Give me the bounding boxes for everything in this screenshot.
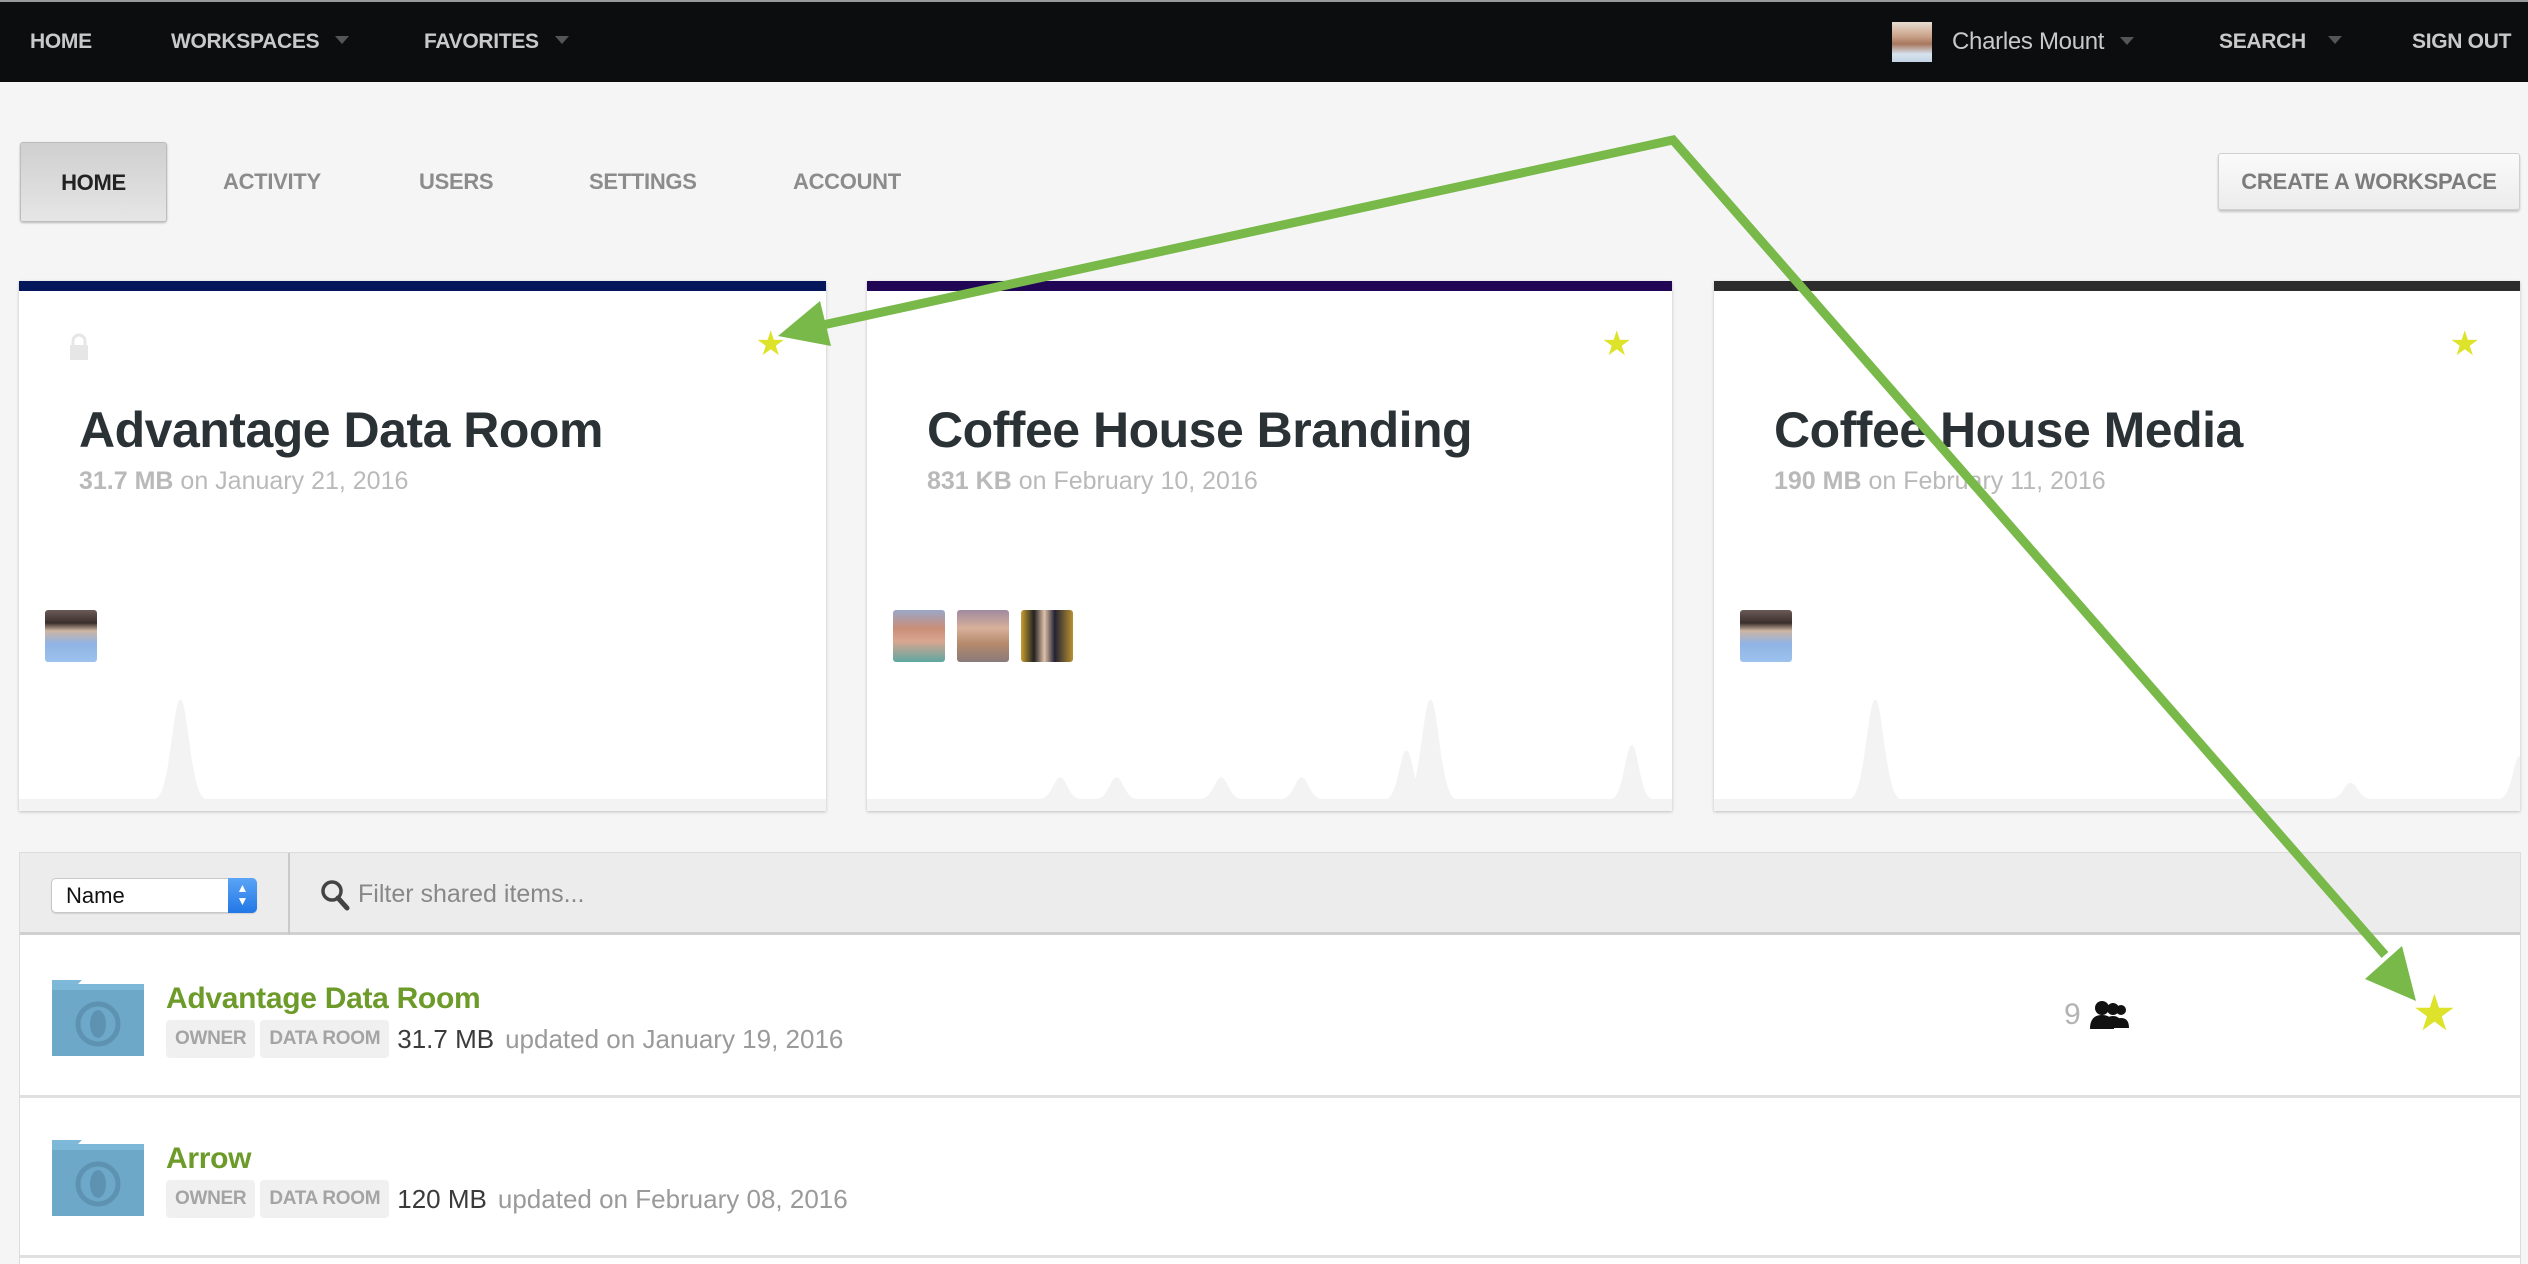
- sparkline-peak: [1610, 745, 1653, 799]
- activity-sparkline: [19, 699, 826, 811]
- caret-down-icon: [2120, 36, 2135, 45]
- card-size: 190 MB: [1774, 467, 1862, 495]
- sparkline-peak: [1039, 777, 1082, 799]
- item-size: 120 MB: [397, 1183, 487, 1214]
- tab-settings[interactable]: SETTINGS: [589, 142, 697, 222]
- item-updated: updated on January 19, 2016: [505, 1023, 844, 1054]
- nav-workspaces-label: WORKSPACES: [171, 30, 320, 53]
- type-badge: DATA ROOM: [260, 1180, 390, 1218]
- nav-sign-out[interactable]: SIGN OUT: [2412, 2, 2511, 82]
- item-meta: OWNER DATA ROOM 120 MB updated on Februa…: [166, 1180, 848, 1218]
- card-meta: 831 KB on February 10, 2016: [927, 467, 1258, 496]
- card-size: 31.7 MB: [79, 467, 174, 495]
- sparkline-peak: [1095, 777, 1138, 799]
- card-title: Coffee House Branding: [927, 402, 1473, 458]
- caret-down-icon: [554, 36, 569, 45]
- toolbar-divider: [288, 853, 290, 935]
- list-toolbar: Name ▲ ▼: [20, 853, 2520, 935]
- member-avatar[interactable]: [1740, 610, 1792, 662]
- sparkline-peak: [1280, 777, 1323, 799]
- folder-icon: [52, 980, 144, 1056]
- sparkline-baseline: [1714, 799, 2520, 811]
- member-count[interactable]: 9: [2064, 998, 2133, 1032]
- type-badge: DATA ROOM: [260, 1020, 390, 1058]
- tab-home[interactable]: HOME: [20, 142, 167, 222]
- create-workspace-button[interactable]: CREATE A WORKSPACE: [2218, 153, 2520, 210]
- item-size: 31.7 MB: [397, 1023, 495, 1054]
- workspace-card[interactable]: ★ Coffee House Branding 831 KB on Februa…: [867, 281, 1672, 811]
- sparkline-baseline: [19, 799, 826, 811]
- sparkline-peak: [1849, 699, 1901, 799]
- top-navbar: HOME WORKSPACES FAVORITES Charles Mount …: [0, 0, 2528, 82]
- sparkline-peak: [2499, 755, 2520, 799]
- favorite-star-icon[interactable]: ★: [2450, 327, 2480, 361]
- card-date: on February 10, 2016: [1011, 467, 1258, 495]
- item-updated: updated on February 08, 2016: [497, 1183, 848, 1214]
- tab-activity[interactable]: ACTIVITY: [223, 142, 321, 222]
- sparkline-peak: [154, 699, 207, 799]
- card-meta: 31.7 MB on January 21, 2016: [79, 467, 408, 496]
- sort-select[interactable]: Name ▲ ▼: [51, 878, 257, 913]
- lock-icon: [70, 333, 88, 360]
- favorite-star-icon[interactable]: ★: [756, 327, 786, 361]
- nav-workspaces[interactable]: WORKSPACES: [171, 2, 350, 82]
- nav-favorites[interactable]: FAVORITES: [424, 2, 569, 82]
- owner-badge: OWNER: [166, 1180, 256, 1218]
- member-avatar[interactable]: [893, 610, 945, 662]
- item-meta: OWNER DATA ROOM 31.7 MB updated on Janua…: [166, 1020, 843, 1058]
- card-title: Coffee House Media: [1774, 402, 2243, 458]
- card-members: [893, 610, 1073, 662]
- activity-sparkline: [1714, 699, 2520, 811]
- shared-items-panel: Name ▲▼ Advantage Data Room OWNER DATA R…: [19, 852, 2521, 1264]
- folder-icon: [52, 1140, 144, 1216]
- sparkline-peak: [1200, 777, 1243, 799]
- filter-input[interactable]: [358, 871, 1558, 917]
- card-members: [45, 610, 97, 662]
- member-avatar[interactable]: [957, 610, 1009, 662]
- card-date: on January 21, 2016: [173, 467, 409, 495]
- sparkline-baseline: [867, 799, 1672, 811]
- tab-users[interactable]: USERS: [419, 142, 494, 222]
- nav-home[interactable]: HOME: [30, 2, 92, 82]
- user-avatar[interactable]: [1892, 22, 1932, 62]
- sort-select-value: Name: [66, 883, 125, 908]
- list-item[interactable]: Arrow OWNER DATA ROOM 120 MB updated on …: [20, 1098, 2520, 1258]
- user-name: Charles Mount: [1952, 28, 2105, 55]
- users-group-icon: [2089, 1001, 2129, 1029]
- member-avatar[interactable]: [45, 610, 97, 662]
- card-accent-bar: [19, 281, 826, 291]
- card-accent-bar: [1714, 281, 2520, 291]
- nav-search[interactable]: SEARCH: [2219, 2, 2342, 82]
- item-name-link[interactable]: Advantage Data Room: [166, 982, 481, 1016]
- nav-sign-out-label: SIGN OUT: [2412, 30, 2512, 53]
- user-menu[interactable]: Charles Mount: [1952, 2, 2135, 82]
- activity-sparkline: [867, 699, 1672, 811]
- tab-account[interactable]: ACCOUNT: [793, 142, 901, 222]
- search-icon: [321, 880, 350, 911]
- nav-home-label: HOME: [30, 30, 92, 53]
- owner-badge: OWNER: [166, 1020, 256, 1058]
- workspace-card[interactable]: ★ Advantage Data Room 31.7 MB on January…: [19, 281, 826, 811]
- nav-search-label: SEARCH: [2219, 30, 2306, 53]
- select-stepper-icon: ▲ ▼: [228, 878, 257, 913]
- favorite-star-icon[interactable]: ★: [2412, 988, 2457, 1038]
- member-avatar[interactable]: [1021, 610, 1073, 662]
- card-size: 831 KB: [927, 467, 1012, 495]
- sparkline-peak: [2329, 782, 2372, 799]
- caret-down-icon: [335, 36, 350, 45]
- item-name-link[interactable]: Arrow: [166, 1142, 251, 1176]
- member-count-value: 9: [2064, 998, 2081, 1031]
- nav-favorites-label: FAVORITES: [424, 30, 539, 53]
- workspace-card[interactable]: ★ Coffee House Media 190 MB on February …: [1714, 281, 2520, 811]
- card-meta: 190 MB on February 11, 2016: [1774, 467, 2106, 496]
- favorite-star-icon[interactable]: ★: [1602, 327, 1632, 361]
- card-title: Advantage Data Room: [79, 402, 603, 458]
- card-date: on February 11, 2016: [1861, 467, 2106, 495]
- caret-down-icon: [2327, 36, 2342, 45]
- card-accent-bar: [867, 281, 1672, 291]
- card-members: [1740, 610, 1792, 662]
- list-item[interactable]: Advantage Data Room OWNER DATA ROOM 31.7…: [20, 938, 2520, 1098]
